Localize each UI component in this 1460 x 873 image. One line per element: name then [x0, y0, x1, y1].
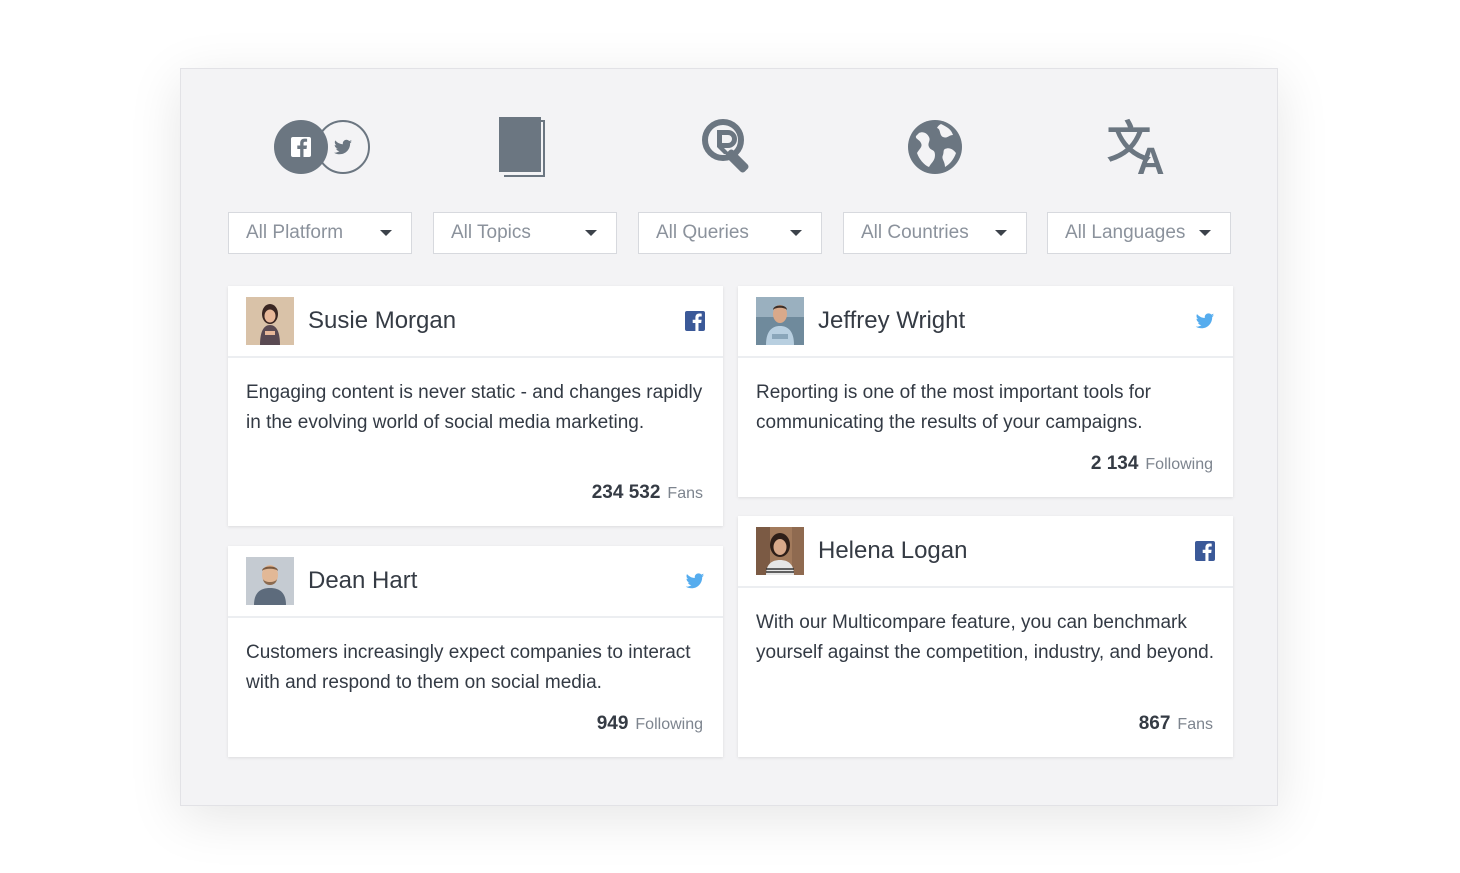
- avatar[interactable]: [756, 527, 804, 575]
- chevron-down-icon: [380, 230, 392, 236]
- chevron-down-icon: [585, 230, 597, 236]
- queries-select[interactable]: All Queries: [638, 212, 822, 254]
- countries-select[interactable]: All Countries: [843, 212, 1027, 254]
- post-text: With our Multicompare feature, you can b…: [756, 612, 1215, 663]
- card-header: Dean Hart: [228, 546, 723, 618]
- author-name[interactable]: Helena Logan: [818, 537, 1195, 565]
- post-text: Reporting is one of the most important t…: [756, 382, 1151, 433]
- chevron-down-icon: [790, 230, 802, 236]
- topics-select-value: All Topics: [451, 222, 531, 243]
- post-card-jeffrey-wright[interactable]: Jeffrey Wright Reporting is one of the m…: [738, 286, 1233, 497]
- card-header: Susie Morgan: [228, 286, 723, 358]
- avatar[interactable]: [246, 557, 294, 605]
- avatar[interactable]: [246, 297, 294, 345]
- stat-count: 2 134: [1090, 453, 1139, 474]
- post-card-dean-hart[interactable]: Dean Hart Customers increasingly expect …: [228, 546, 723, 757]
- stat-unit: Following: [635, 716, 703, 733]
- facebook-icon[interactable]: [685, 311, 705, 331]
- stat-unit: Fans: [667, 485, 703, 502]
- languages-select-value: All Languages: [1065, 222, 1186, 243]
- post-card-susie-morgan[interactable]: Susie Morgan Engaging content is never s…: [228, 286, 723, 526]
- globe-icon: [880, 117, 990, 177]
- filter-panel: 文 A All Platform All Topics All Queries …: [180, 68, 1278, 806]
- queries-select-value: All Queries: [656, 222, 749, 243]
- stat: 867 Fans: [1139, 713, 1213, 735]
- facebook-icon[interactable]: [1195, 541, 1215, 561]
- author-name[interactable]: Susie Morgan: [308, 307, 685, 335]
- platform-select[interactable]: All Platform: [228, 212, 412, 254]
- post-card-helena-logan[interactable]: Helena Logan With our Multicompare featu…: [738, 516, 1233, 757]
- stat-unit: Fans: [1177, 716, 1213, 733]
- author-name[interactable]: Dean Hart: [308, 567, 685, 595]
- author-name[interactable]: Jeffrey Wright: [818, 307, 1195, 335]
- query-search-icon: [675, 117, 785, 177]
- stat-unit: Following: [1145, 456, 1213, 473]
- chevron-down-icon: [995, 230, 1007, 236]
- post-text: Customers increasingly expect companies …: [246, 642, 691, 693]
- stat: 234 532 Fans: [592, 482, 703, 504]
- stat-count: 234 532: [591, 482, 661, 503]
- chevron-down-icon: [1199, 230, 1211, 236]
- stat: 949 Following: [597, 713, 703, 735]
- post-text: Engaging content is never static - and c…: [246, 382, 703, 433]
- svg-text:A: A: [1137, 141, 1164, 177]
- translate-icon: 文 A: [1084, 117, 1194, 177]
- topics-book-icon: [469, 117, 579, 177]
- social-platforms-icon: [267, 117, 377, 177]
- stat-count: 867: [1138, 713, 1171, 734]
- twitter-icon[interactable]: [685, 571, 705, 591]
- topics-select[interactable]: All Topics: [433, 212, 617, 254]
- card-header: Helena Logan: [738, 516, 1233, 588]
- languages-select[interactable]: All Languages: [1047, 212, 1231, 254]
- stat: 2 134 Following: [1091, 453, 1213, 475]
- avatar[interactable]: [756, 297, 804, 345]
- card-header: Jeffrey Wright: [738, 286, 1233, 358]
- twitter-icon[interactable]: [1195, 311, 1215, 331]
- countries-select-value: All Countries: [861, 222, 969, 243]
- platform-select-value: All Platform: [246, 222, 344, 243]
- stat-count: 949: [596, 713, 629, 734]
